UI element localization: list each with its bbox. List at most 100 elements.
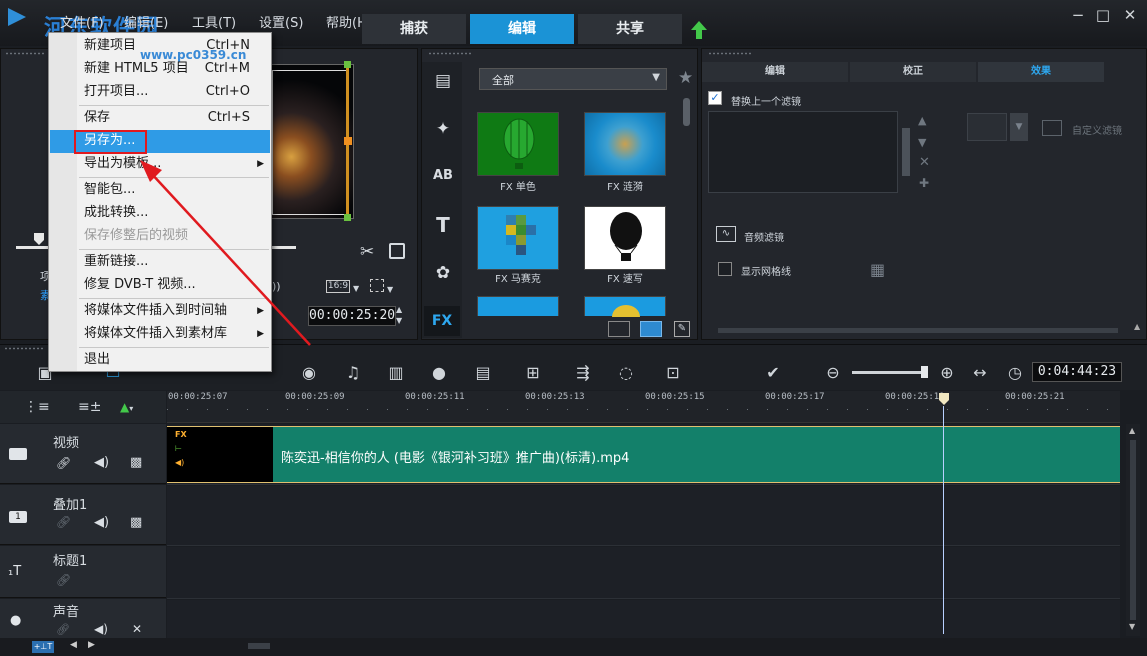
preset-dropdown-icon[interactable]: ▼ [1010,113,1028,141]
tab-edit[interactable]: 编辑 [470,14,574,44]
motion-icon[interactable]: ● [426,362,452,384]
maximize-icon[interactable]: □ [1093,6,1113,24]
instant-project-icon[interactable]: ✦ [432,118,454,140]
graphic-icon[interactable]: ✿ [432,262,454,284]
tab-options-correct[interactable]: 校正 [850,62,976,82]
scroll-down-icon[interactable]: ▼ [1129,622,1135,631]
grid-track-icon[interactable]: ▩ [130,455,142,470]
preset-select[interactable] [967,113,1007,141]
mute-icon[interactable]: ✕ [132,622,142,636]
show-grid-checkbox[interactable] [718,262,732,276]
minimize-icon[interactable]: − [1068,6,1088,24]
sound-mixer-icon[interactable]: ◉ [296,362,322,384]
options-hscroll[interactable] [718,328,1118,333]
media-icon[interactable]: ▤ [432,70,454,92]
crop-handle-bottom[interactable] [344,214,351,221]
filter-icon[interactable]: FX [424,306,460,336]
transition-icon[interactable]: AB [432,165,454,187]
link-icon[interactable]: 🔗︎ [56,623,70,636]
tab-options-effect[interactable]: 效果 [978,62,1104,82]
library-filter-select[interactable]: 全部 ▼ [479,68,667,90]
add-track-icon[interactable]: +⊥T [32,641,54,653]
path-icon[interactable]: ◌ [613,362,639,384]
hscroll-thumb[interactable] [248,643,270,649]
track-fit-icon[interactable]: ⊡ [660,362,686,384]
thumb-sketch[interactable] [584,206,666,270]
move-down-icon[interactable]: ▼ [918,136,926,149]
fit-project-icon[interactable]: ↔ [967,362,993,384]
title-track-row[interactable] [167,547,1120,599]
preview-timecode[interactable]: 00:00:25:20 [308,306,396,326]
zoom-out-icon[interactable]: ⊖ [820,362,846,384]
speaker-icon[interactable]: ◀) [94,455,109,470]
menu-file[interactable]: 文件(F) [60,12,104,31]
thumb-partial-right[interactable] [584,296,666,329]
thumb-mosaic[interactable] [477,206,559,270]
chapter-icon[interactable]: ≡± [78,399,101,415]
split-screen-icon[interactable]: ⊞ [520,362,546,384]
menu-item-open-project[interactable]: 打开项目... Ctrl+O [50,81,270,104]
edit-pencil-icon[interactable]: ✎ [674,321,690,337]
clock-icon[interactable]: ◷ [1002,362,1028,384]
timecode-up-icon[interactable]: ▲ [396,305,402,314]
zoom-slider[interactable] [852,371,926,374]
subtitle-icon[interactable]: ▤ [470,362,496,384]
view-list-icon[interactable] [608,321,630,337]
thumb-ripple[interactable] [584,112,666,176]
link-icon[interactable]: 🔗︎ [56,456,71,470]
fit-icon[interactable] [370,279,384,292]
video-clip[interactable]: FX ⊢ ◀) 陈奕迅-相信你的人 (电影《银河补习班》推广曲)(标清).mp4 [167,426,1120,483]
favorite-star-icon[interactable]: ★ [678,68,693,88]
thumb-mono[interactable] [477,112,559,176]
grid-settings-icon[interactable]: ▦ [870,260,892,279]
menu-settings[interactable]: 设置(S) [259,12,303,31]
fit-dropdown-icon[interactable]: ▼ [387,285,393,294]
filter-list-box[interactable] [708,111,898,193]
options-vscroll-corner[interactable]: ▲ [1134,322,1140,331]
smart-render-icon[interactable]: ✔ [760,362,786,384]
move-up-icon[interactable]: ▲ [918,114,926,127]
speaker-icon[interactable]: ◀) [94,622,108,636]
copy-icon[interactable] [389,243,405,259]
zoom-handle[interactable] [921,366,928,378]
multi-trim-icon[interactable]: ▥ [383,362,409,384]
replace-filter-checkbox[interactable]: ✓ [708,91,722,105]
scroll-up-icon[interactable]: ▲ [1129,426,1135,435]
timecode-down-icon[interactable]: ▼ [396,316,402,325]
track-manager-icon[interactable]: ⋮≡ [24,399,50,415]
filter-scrollbar[interactable] [902,128,910,176]
custom-filter-icon[interactable] [1042,120,1062,136]
overlay-track-row[interactable] [167,486,1120,546]
thumb-partial-left[interactable] [477,296,559,316]
upload-arrow-icon[interactable] [690,20,708,40]
aspect-dropdown-icon[interactable]: ▼ [353,284,359,293]
speaker-icon[interactable]: ◀) [94,515,109,530]
link-icon[interactable]: 🔗︎ [56,515,71,529]
audio-track-row[interactable] [167,600,1120,640]
project-duration[interactable]: 0:04:44:23 [1032,362,1122,382]
link-icon[interactable]: 🔗︎ [56,573,71,587]
tab-capture[interactable]: 捕获 [362,14,466,44]
scrub-handle[interactable] [32,232,46,246]
timeline-vscroll[interactable]: ▲ ▼ [1126,424,1140,636]
menu-tools[interactable]: 工具(T) [192,12,236,31]
menu-item-save[interactable]: 保存 Ctrl+S [50,107,270,130]
grid-track-icon[interactable]: ▩ [130,515,142,530]
view-grid-icon[interactable] [640,321,662,337]
audio-filter-icon[interactable]: ∿ [716,226,736,242]
tab-share[interactable]: 共享 [578,14,682,44]
crop-handle-mid[interactable] [344,137,352,145]
crop-handle-top[interactable] [344,61,351,68]
scissors-icon[interactable]: ✂ [360,242,374,262]
menu-edit[interactable]: 编辑(E) [124,12,168,31]
playhead-marker[interactable] [938,392,950,406]
close-icon[interactable]: ✕ [1120,6,1140,24]
title-icon[interactable]: T [432,214,454,236]
zoom-in-icon[interactable]: ⊕ [934,362,960,384]
audio-wave-icon[interactable]: ♫ [340,362,366,384]
scroll-left-icon[interactable]: ◀ [70,640,77,650]
scroll-thumb[interactable] [1130,440,1136,620]
speed-icon[interactable]: ⇶ [570,362,596,384]
library-scrollbar[interactable] [683,98,690,126]
tab-options-edit[interactable]: 编辑 [702,62,848,82]
